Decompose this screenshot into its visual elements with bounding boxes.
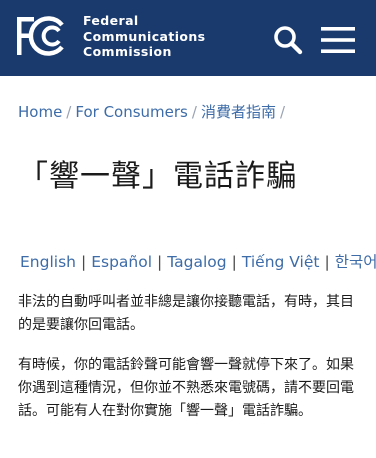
body-paragraph: 有時候，你的電話鈴聲可能會響一聲就停下來了。如果你遇到這種情況，但你並不熟悉來電…	[18, 357, 354, 419]
agency-name-line-3: Commission	[83, 44, 172, 59]
breadcrumb-for-consumers[interactable]: For Consumers	[75, 103, 188, 121]
fcc-logo-icon	[17, 16, 64, 56]
language-tagalog-link[interactable]: Tagalog	[167, 253, 226, 271]
language-english-link[interactable]: English	[20, 253, 76, 271]
breadcrumb-separator: /	[66, 103, 72, 121]
language-vietnamese-link[interactable]: Tiếng Việt	[242, 253, 320, 271]
breadcrumb-separator: /	[279, 103, 286, 121]
language-korean-link[interactable]: 한국어	[335, 253, 376, 271]
language-separator: |	[157, 253, 163, 271]
breadcrumb-separator: /	[191, 103, 197, 121]
agency-name: Federal Communications Commission	[83, 13, 206, 60]
menu-button[interactable]	[320, 25, 356, 55]
agency-name-line-1: Federal	[83, 13, 139, 28]
breadcrumb-consumer-guides[interactable]: 消費者指南	[201, 103, 276, 121]
language-separator: |	[324, 253, 330, 271]
page-title: 「響一聲」電話詐騙	[18, 159, 297, 194]
language-separator: |	[80, 253, 87, 271]
search-button[interactable]	[272, 24, 304, 56]
language-selector: English | Español | Tagalog | Tiếng Việt | 한국어	[20, 250, 376, 272]
search-icon	[274, 26, 303, 55]
breadcrumb-home[interactable]: Home	[18, 103, 62, 121]
breadcrumb: Home / For Consumers / 消費者指南 /	[18, 101, 289, 122]
agency-name-line-2: Communications	[83, 28, 206, 44]
language-separator: |	[231, 253, 237, 271]
hamburger-menu-icon	[321, 27, 355, 53]
body-paragraph: 非法的自動呼叫者並非總是讓你接聽電話，有時，其目的是要讓你回電話。	[18, 294, 354, 333]
site-header: Federal Communications Commission	[0, 0, 376, 76]
language-spanish-link[interactable]: Español	[91, 253, 152, 271]
